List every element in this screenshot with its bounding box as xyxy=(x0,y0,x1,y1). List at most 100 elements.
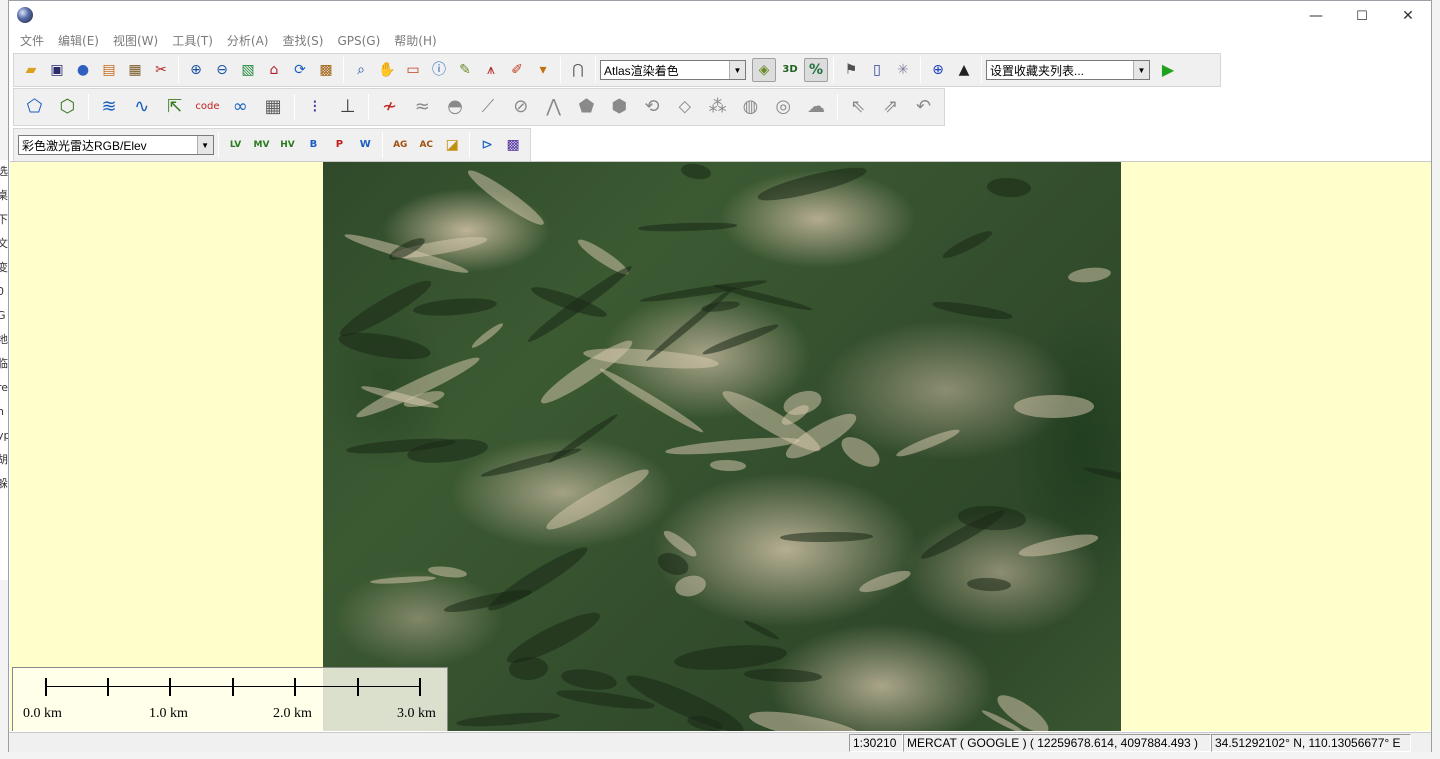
disabled-tool-8[interactable]: ⟲ xyxy=(637,92,668,123)
save-button[interactable]: ▣ xyxy=(45,58,69,82)
disabled-tool-12[interactable]: ◎ xyxy=(768,92,799,123)
edit-area-button[interactable]: ⬡ xyxy=(52,92,83,123)
control-center-button[interactable]: ▤ xyxy=(97,58,121,82)
scale-tick xyxy=(45,678,47,696)
menu-file[interactable]: 文件 xyxy=(13,31,51,51)
satellite-imagery[interactable] xyxy=(323,162,1121,731)
disabled-tool-14[interactable]: ⇖ xyxy=(843,92,874,123)
disabled-tool-9[interactable]: ⬦ xyxy=(669,92,700,123)
3d-path-button[interactable]: ⋂ xyxy=(566,58,590,82)
menu-gps[interactable]: GPS(G) xyxy=(330,31,387,51)
online-data-button[interactable]: ● xyxy=(71,58,95,82)
3d-view-button[interactable]: 3D xyxy=(778,58,802,82)
code-button[interactable]: code xyxy=(192,92,223,123)
magnify-icon: ⌕ xyxy=(357,62,365,78)
disabled-tool-1[interactable]: ≈ xyxy=(407,92,438,123)
lidar-select-button[interactable]: ◪ xyxy=(440,133,464,157)
zoom-in-button[interactable]: ⊕ xyxy=(184,58,208,82)
zoom-tool-button[interactable]: ⌕ xyxy=(349,58,373,82)
gps-center-button[interactable]: ⊕ xyxy=(926,58,950,82)
lidar-mv-button[interactable]: MV xyxy=(250,133,274,157)
map-view[interactable]: 0.0 km 1.0 km 2.0 km 3.0 km xyxy=(10,161,1431,731)
close-button[interactable]: ✕ xyxy=(1385,1,1431,31)
lidar-shader-dropdown[interactable]: 彩色激光雷达RGB/Elev ▼ xyxy=(18,135,214,155)
measure-tool-button[interactable]: ▭ xyxy=(401,58,425,82)
create-line-button[interactable]: ≋ xyxy=(94,92,125,123)
arrow-up-right-icon: ⇗ xyxy=(883,96,899,117)
rotate-shape-icon: ⟲ xyxy=(644,96,660,117)
overview-button[interactable]: ▩ xyxy=(314,58,338,82)
shaded-relief-button[interactable]: ◈ xyxy=(752,58,776,82)
lidar-powerline-button[interactable]: P xyxy=(327,133,351,157)
run-favorite-button[interactable]: ▶ xyxy=(1156,58,1180,82)
disabled-tool-15[interactable]: ⇗ xyxy=(875,92,906,123)
disabled-tool-16[interactable]: ↶ xyxy=(908,92,939,123)
favorites-value: 设置收藏夹列表... xyxy=(990,63,1085,78)
zoom-layer-icon: ▧ xyxy=(241,62,255,78)
maximize-button[interactable]: ☐ xyxy=(1339,1,1385,31)
gps-device-button[interactable]: ▯ xyxy=(865,58,889,82)
feature-edit-button[interactable]: ✎ xyxy=(453,58,477,82)
lidar-ac-button[interactable]: AC xyxy=(414,133,438,157)
disabled-tool-10[interactable]: ⁂ xyxy=(702,92,733,123)
disabled-tool-6[interactable]: ⬟ xyxy=(571,92,602,123)
disabled-tool-4[interactable]: ⊘ xyxy=(505,92,536,123)
config-button[interactable]: ▦ xyxy=(123,58,147,82)
3d-icon: 3D xyxy=(782,64,798,75)
disabled-tool-2[interactable]: ◓ xyxy=(440,92,471,123)
line-options-button[interactable]: ∿ xyxy=(126,92,157,123)
menu-tools[interactable]: 工具(T) xyxy=(165,31,220,51)
gps-sparkle-button[interactable]: ✳ xyxy=(891,58,915,82)
menu-view[interactable]: 视图(W) xyxy=(106,31,165,51)
terrain-ridge xyxy=(536,334,637,410)
globe-icon: ● xyxy=(76,62,90,78)
terrain-ridge xyxy=(464,165,548,230)
zoom-to-layer-button[interactable]: ▧ xyxy=(236,58,260,82)
lidar-building-button[interactable]: B xyxy=(301,133,325,157)
vertex-edit-button[interactable]: ≁ xyxy=(374,92,405,123)
lidar-lv-button[interactable]: LV xyxy=(224,133,248,157)
menu-search[interactable]: 查找(S) xyxy=(275,31,330,51)
digitizer-button[interactable]: ✐ xyxy=(505,58,529,82)
disabled-tool-13[interactable]: ☁ xyxy=(801,92,832,123)
menu-help[interactable]: 帮助(H) xyxy=(387,31,443,51)
menu-edit[interactable]: 编辑(E) xyxy=(51,31,106,51)
north-arrow-button[interactable]: ▲ xyxy=(952,58,976,82)
lidar-filter-button[interactable]: ⊳ xyxy=(475,133,499,157)
split-button[interactable]: ⊥ xyxy=(332,92,363,123)
lidar-grid-button[interactable]: ▩ xyxy=(501,133,525,157)
grid-button[interactable]: ▦ xyxy=(258,92,289,123)
path-profile-button[interactable]: ⩚ xyxy=(479,58,503,82)
pan-tool-button[interactable]: ✋ xyxy=(375,58,399,82)
wave-icon: ≈ xyxy=(414,96,430,117)
combine-button[interactable]: ∞ xyxy=(225,92,256,123)
render-mode-dropdown[interactable]: Atlas渲染着色 ▼ xyxy=(600,60,746,80)
edit-feature-icon: ✎ xyxy=(459,62,471,78)
terrain-ridge xyxy=(932,298,1014,323)
zoom-out-button[interactable]: ⊖ xyxy=(210,58,234,82)
contrast-button[interactable]: % xyxy=(804,58,828,82)
view-shed-button[interactable]: ▾ xyxy=(531,58,555,82)
disabled-tool-11[interactable]: ◍ xyxy=(735,92,766,123)
point-button[interactable]: ⁝ xyxy=(300,92,331,123)
favorites-dropdown[interactable]: 设置收藏夹列表... ▼ xyxy=(986,60,1150,80)
refresh-button[interactable]: ⟳ xyxy=(288,58,312,82)
info-tool-button[interactable]: ⓘ xyxy=(427,58,451,82)
diagonal-icon: ⟋ xyxy=(481,96,495,117)
tools-button[interactable]: ✂ xyxy=(149,58,173,82)
terrain-ridge xyxy=(743,667,823,684)
lidar-hv-button[interactable]: HV xyxy=(275,133,299,157)
disabled-tool-7[interactable]: ⬢ xyxy=(604,92,635,123)
gps-flag-button[interactable]: ⚑ xyxy=(839,58,863,82)
disabled-tool-3[interactable]: ⟋ xyxy=(473,92,504,123)
lidar-ag-button[interactable]: AG xyxy=(388,133,412,157)
terrain-ridge xyxy=(755,162,869,207)
full-view-button[interactable]: ⌂ xyxy=(262,58,286,82)
disabled-tool-5[interactable]: ⋀ xyxy=(538,92,569,123)
open-folder-button[interactable]: ▰ xyxy=(19,58,43,82)
line-attach-button[interactable]: ⇱ xyxy=(159,92,190,123)
menu-analysis[interactable]: 分析(A) xyxy=(220,31,276,51)
lidar-water-button[interactable]: W xyxy=(353,133,377,157)
minimize-button[interactable]: — xyxy=(1293,1,1339,31)
create-area-button[interactable]: ⬠ xyxy=(19,92,50,123)
